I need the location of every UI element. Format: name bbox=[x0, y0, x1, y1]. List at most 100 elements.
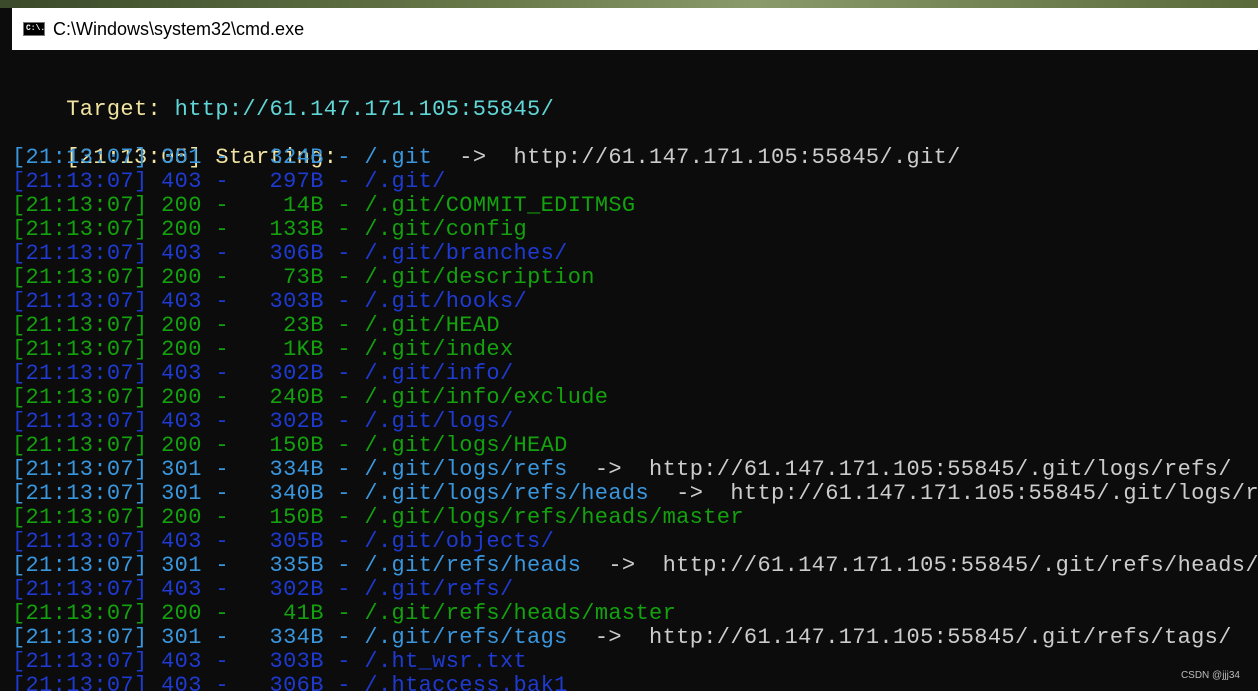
result-row: [21:13:07] 403 - 306B - /.htaccess.bak1 bbox=[12, 674, 568, 691]
result-separator: - bbox=[323, 601, 365, 626]
redirect-url: http://61.147.171.105:55845/.git/logs/re… bbox=[649, 457, 1232, 482]
result-separator: - bbox=[201, 265, 284, 290]
result-status: 403 bbox=[161, 529, 202, 554]
result-separator: - bbox=[323, 505, 365, 530]
result-path: /.git/logs/refs/heads bbox=[364, 481, 650, 506]
result-separator: - bbox=[201, 217, 270, 242]
result-row: [21:13:07] 403 - 303B - /.ht_wsr.txt bbox=[12, 650, 527, 674]
result-status: 301 bbox=[161, 457, 202, 482]
result-time: [21:13:07] bbox=[12, 505, 148, 530]
window-title: C:\Windows\system32\cmd.exe bbox=[53, 18, 305, 39]
result-time: [21:13:07] bbox=[12, 457, 148, 482]
result-separator: - bbox=[201, 625, 270, 650]
result-separator: - bbox=[201, 409, 270, 434]
result-path: /.git/logs/refs/heads/master bbox=[364, 505, 744, 530]
result-time: [21:13:07] bbox=[12, 385, 148, 410]
result-separator: - bbox=[323, 649, 365, 674]
result-path: /.git/config bbox=[364, 217, 528, 242]
result-separator: - bbox=[323, 265, 365, 290]
result-time: [21:13:07] bbox=[12, 529, 148, 554]
result-separator: - bbox=[323, 193, 365, 218]
result-time: [21:13:07] bbox=[12, 601, 148, 626]
redirect-url: http://61.147.171.105:55845/.git/logs/re… bbox=[730, 481, 1258, 506]
result-path: /.git/logs/ bbox=[364, 409, 514, 434]
result-status: 403 bbox=[161, 409, 202, 434]
result-row: [21:13:07] 200 - 23B - /.git/HEAD bbox=[12, 314, 500, 338]
result-status: 403 bbox=[161, 289, 202, 314]
result-size: 334B bbox=[269, 625, 324, 650]
result-status: 200 bbox=[161, 601, 202, 626]
result-separator: - bbox=[201, 529, 270, 554]
result-path: /.git/index bbox=[364, 337, 514, 362]
result-path: /.git/logs/refs bbox=[364, 457, 568, 482]
result-time: [21:13:07] bbox=[12, 577, 148, 602]
result-size: 334B bbox=[269, 457, 324, 482]
result-path: /.git bbox=[364, 145, 433, 170]
result-row: [21:13:07] 403 - 302B - /.git/logs/ bbox=[12, 410, 514, 434]
result-row: [21:13:07] 200 - 240B - /.git/info/exclu… bbox=[12, 386, 608, 410]
result-status: 301 bbox=[161, 553, 202, 578]
result-path: /.git/info/ bbox=[364, 361, 514, 386]
result-size: 23B bbox=[283, 313, 324, 338]
result-separator: - bbox=[323, 289, 365, 314]
result-time: [21:13:07] bbox=[12, 217, 148, 242]
result-separator: - bbox=[201, 193, 284, 218]
result-size: 335B bbox=[269, 553, 324, 578]
result-row: [21:13:07] 200 - 73B - /.git/description bbox=[12, 266, 595, 290]
result-row: [21:13:07] 403 - 302B - /.git/refs/ bbox=[12, 578, 514, 602]
result-separator: - bbox=[323, 361, 365, 386]
result-status: 403 bbox=[161, 577, 202, 602]
result-size: 297B bbox=[269, 169, 324, 194]
redirect-arrow: -> bbox=[567, 625, 650, 650]
result-path: /.git/logs/HEAD bbox=[364, 433, 568, 458]
result-path: /.git/objects/ bbox=[364, 529, 555, 554]
result-path: /.git/ bbox=[364, 169, 446, 194]
starting-line: [21:13:05] Starting: bbox=[12, 122, 337, 170]
console-output[interactable]: Target: http://61.147.171.105:55845/ [21… bbox=[12, 50, 1258, 691]
result-status: 301 bbox=[161, 481, 202, 506]
window-titlebar[interactable]: C:\. C:\Windows\system32\cmd.exe bbox=[12, 8, 1258, 50]
result-status: 200 bbox=[161, 217, 202, 242]
result-time: [21:13:07] bbox=[12, 313, 148, 338]
result-path: /.git/refs/heads/master bbox=[364, 601, 677, 626]
result-row: [21:13:07] 200 - 1KB - /.git/index bbox=[12, 338, 514, 362]
result-status: 200 bbox=[161, 385, 202, 410]
result-path: /.git/info/exclude bbox=[364, 385, 609, 410]
result-separator: - bbox=[201, 649, 270, 674]
redirect-arrow: -> bbox=[432, 145, 514, 170]
result-time: [21:13:07] bbox=[12, 289, 148, 314]
result-size: 306B bbox=[269, 673, 324, 691]
result-separator: - bbox=[323, 625, 365, 650]
result-separator: - bbox=[201, 313, 284, 338]
result-size: 14B bbox=[283, 193, 324, 218]
result-path: /.htaccess.bak1 bbox=[364, 673, 568, 691]
result-status: 301 bbox=[161, 625, 202, 650]
result-row: [21:13:07] 403 - 305B - /.git/objects/ bbox=[12, 530, 554, 554]
result-separator: - bbox=[323, 385, 365, 410]
result-separator: - bbox=[323, 145, 365, 170]
result-separator: - bbox=[323, 337, 365, 362]
result-separator: - bbox=[201, 673, 270, 691]
result-path: /.git/COMMIT_EDITMSG bbox=[364, 193, 636, 218]
result-separator: - bbox=[323, 433, 365, 458]
result-status: 403 bbox=[161, 673, 202, 691]
target-line: Target: http://61.147.171.105:55845/ bbox=[12, 74, 554, 122]
result-separator: - bbox=[201, 169, 270, 194]
result-path: /.git/hooks/ bbox=[364, 289, 528, 314]
result-row: [21:13:07] 301 - 324B - /.git -> http://… bbox=[12, 146, 961, 170]
result-status: 200 bbox=[161, 313, 202, 338]
cmd-icon: C:\. bbox=[23, 22, 45, 36]
result-row: [21:13:07] 200 - 14B - /.git/COMMIT_EDIT… bbox=[12, 194, 635, 218]
result-time: [21:13:07] bbox=[12, 337, 148, 362]
redirect-url: http://61.147.171.105:55845/.git/ bbox=[513, 145, 961, 170]
result-separator: - bbox=[323, 409, 365, 434]
result-time: [21:13:07] bbox=[12, 241, 148, 266]
result-separator: - bbox=[323, 457, 365, 482]
result-row: [21:13:07] 403 - 303B - /.git/hooks/ bbox=[12, 290, 527, 314]
result-time: [21:13:07] bbox=[12, 193, 148, 218]
result-size: 305B bbox=[269, 529, 324, 554]
result-size: 306B bbox=[269, 241, 324, 266]
result-status: 200 bbox=[161, 193, 202, 218]
result-path: /.git/HEAD bbox=[364, 313, 500, 338]
result-separator: - bbox=[323, 553, 365, 578]
